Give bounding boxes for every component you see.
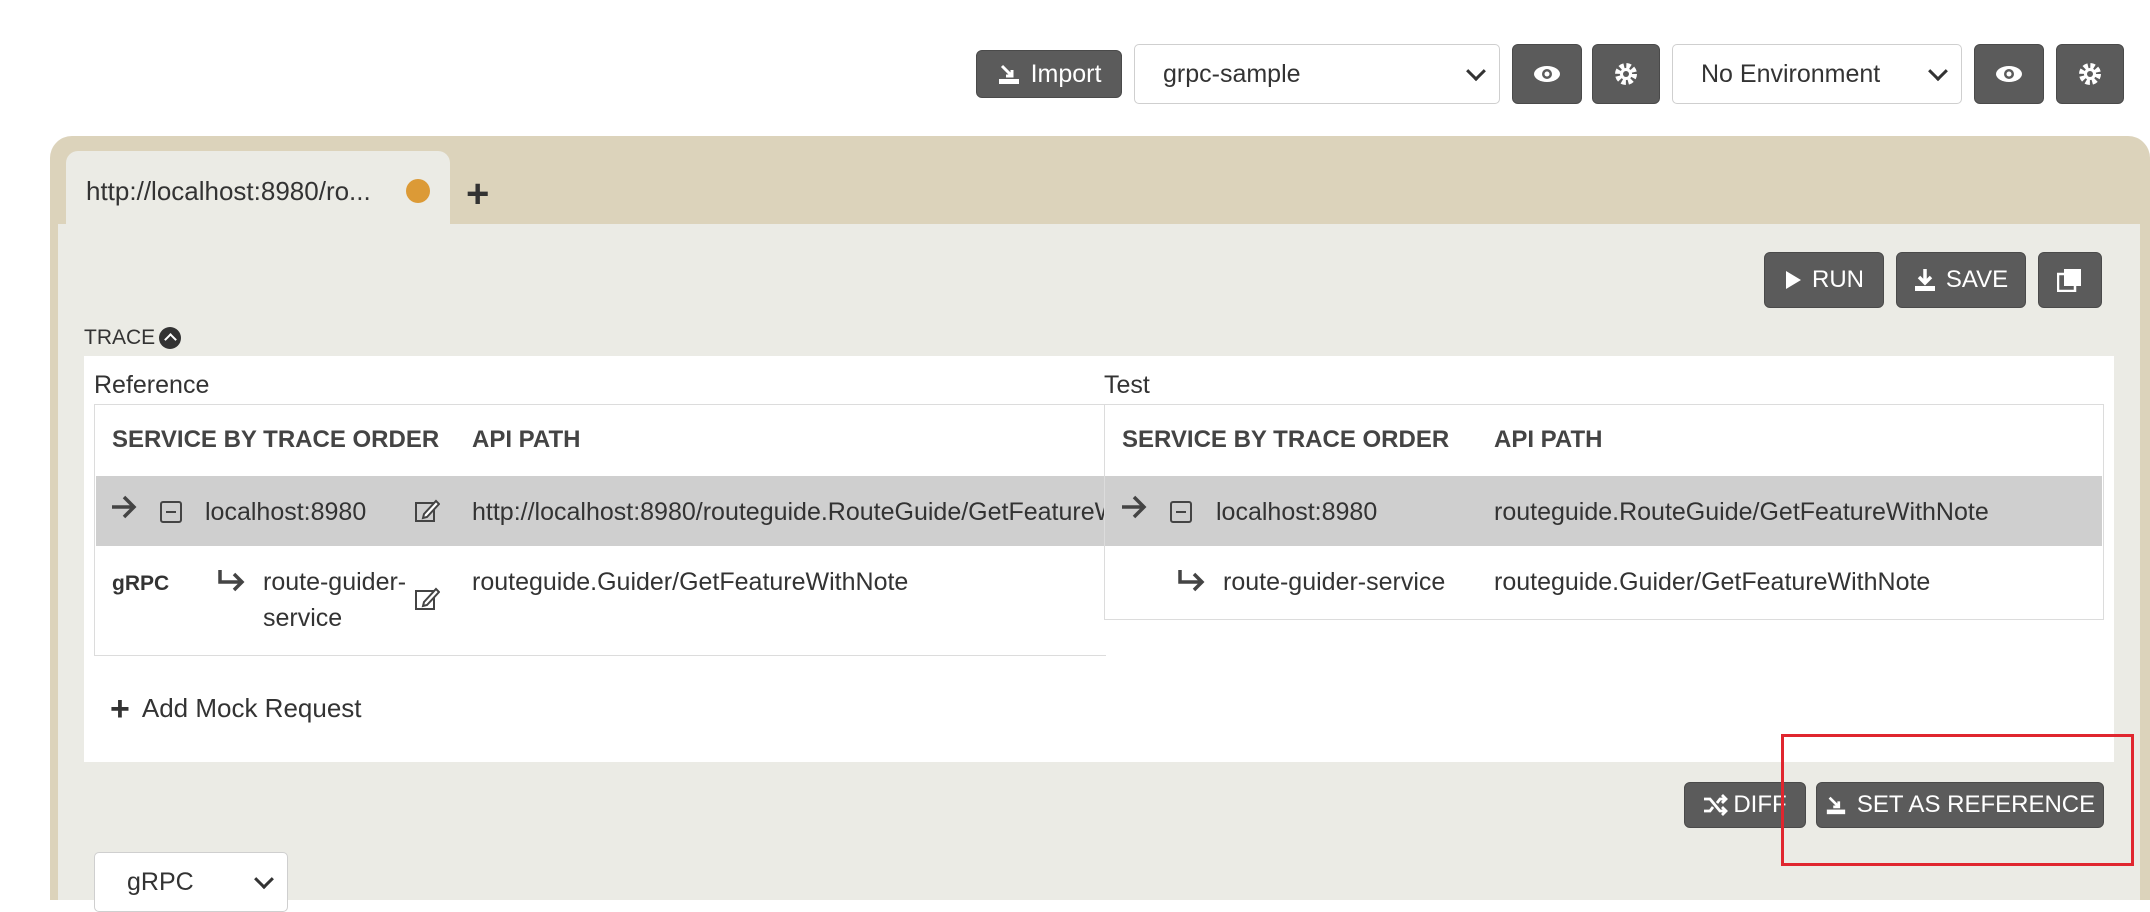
chevron-down-icon <box>1466 61 1486 82</box>
trace-toggle[interactable]: TRACE <box>84 326 182 350</box>
collapse-icon[interactable] <box>1170 501 1192 523</box>
environment-select-value: No Environment <box>1701 59 1881 88</box>
child-arrow-icon <box>1176 568 1208 599</box>
gear-icon <box>2079 63 2101 85</box>
unsaved-indicator <box>406 179 430 203</box>
reference-header-service: SERVICE BY TRACE ORDER <box>112 426 440 453</box>
test-service-name: localhost:8980 <box>1216 498 1378 526</box>
reference-child-service-line1: route-guider- <box>263 568 407 596</box>
edit-icon[interactable] <box>414 586 441 617</box>
reference-header-api-path: API PATH <box>472 426 581 453</box>
import-label: Import <box>1030 59 1102 88</box>
table-row[interactable] <box>96 548 1106 652</box>
arrow-right-icon <box>1120 494 1148 525</box>
collection-select[interactable]: grpc-sample <box>1134 44 1500 104</box>
run-button[interactable]: RUN <box>1764 252 1884 308</box>
collapse-icon[interactable] <box>160 501 182 523</box>
test-child-service: route-guider-service <box>1223 568 1446 596</box>
reference-caption: Reference <box>94 371 210 399</box>
add-mock-label: Add Mock Request <box>141 693 362 723</box>
chevron-up-circle-icon <box>159 327 182 349</box>
trace-label: TRACE <box>84 326 156 349</box>
gear-icon <box>1615 63 1637 85</box>
save-button[interactable]: SAVE <box>1896 252 2026 308</box>
chevron-down-icon <box>254 869 274 890</box>
import-button[interactable]: Import <box>976 50 1122 98</box>
reference-api-path: http://localhost:8980/routeguide.RouteGu… <box>472 498 1104 526</box>
import-icon <box>998 64 1019 84</box>
tab-title[interactable]: http://localhost:8980/ro... <box>86 176 371 207</box>
diff-label: DIFF <box>1733 791 1787 818</box>
reference-service-name: localhost:8980 <box>205 498 367 526</box>
protocol-select[interactable]: gRPC <box>94 852 288 912</box>
collection-settings-button[interactable] <box>1592 44 1660 104</box>
collection-select-value: grpc-sample <box>1163 59 1301 88</box>
add-tab-button[interactable]: + <box>466 174 489 214</box>
annotation-highlight <box>1781 734 2134 866</box>
child-arrow-icon <box>216 568 248 599</box>
save-label: SAVE <box>1945 266 2009 293</box>
view-collection-button[interactable] <box>1512 44 1582 104</box>
grpc-badge: gRPC <box>112 572 170 595</box>
run-label: RUN <box>1812 266 1864 293</box>
test-api-path: routeguide.RouteGuide/GetFeatureWithNote <box>1494 498 1989 526</box>
add-mock-request-button[interactable]: + Add Mock Request <box>110 689 362 728</box>
arrow-right-icon <box>110 494 138 525</box>
play-icon <box>1786 271 1801 289</box>
test-caption: Test <box>1104 371 1150 399</box>
test-header-service: SERVICE BY TRACE ORDER <box>1122 426 1450 453</box>
reference-child-service-line2: service <box>263 604 343 632</box>
test-header-api-path: API PATH <box>1494 426 1603 453</box>
environment-select[interactable]: No Environment <box>1672 44 1962 104</box>
protocol-select-value: gRPC <box>127 867 194 896</box>
copy-icon <box>2057 269 2081 292</box>
test-child-api-path: routeguide.Guider/GetFeatureWithNote <box>1494 568 1931 596</box>
eye-icon <box>1996 66 2022 82</box>
duplicate-button[interactable] <box>2038 252 2102 308</box>
view-environment-button[interactable] <box>1974 44 2044 104</box>
download-icon <box>1914 269 1935 291</box>
chevron-down-icon <box>1928 61 1948 82</box>
eye-icon <box>1534 66 1560 82</box>
environment-settings-button[interactable] <box>2056 44 2124 104</box>
reference-child-api-path: routeguide.Guider/GetFeatureWithNote <box>472 568 909 596</box>
shuffle-icon <box>1704 794 1729 816</box>
edit-icon[interactable] <box>414 498 441 529</box>
plus-icon: + <box>110 689 130 728</box>
